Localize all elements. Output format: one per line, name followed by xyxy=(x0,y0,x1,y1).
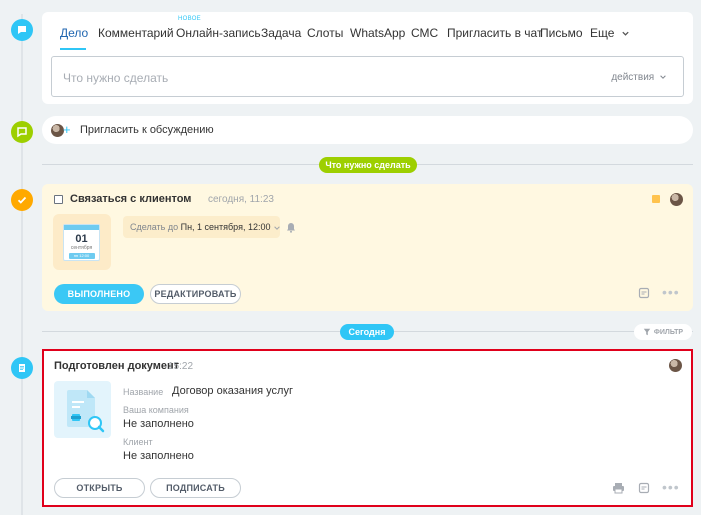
timeline-line xyxy=(21,14,23,515)
print-icon[interactable] xyxy=(612,482,625,494)
open-button[interactable]: ОТКРЫТЬ xyxy=(54,478,145,498)
chat-icon xyxy=(11,19,33,41)
task-title[interactable]: Связаться с клиентом xyxy=(70,193,191,205)
calendar-icon-box: 01 сентября пн 12:00 xyxy=(53,214,111,270)
tab-slots[interactable]: Слоты xyxy=(307,26,343,40)
task-input-placeholder: Что нужно сделать xyxy=(63,71,169,85)
calendar-icon: 01 сентября пн 12:00 xyxy=(63,224,100,261)
task-card: Связаться с клиентом сегодня, 11:23 01 с… xyxy=(42,184,693,311)
done-button[interactable]: ВЫПОЛНЕНО xyxy=(54,284,144,304)
chevron-down-icon xyxy=(660,75,666,80)
note-icon[interactable] xyxy=(638,287,650,299)
document-time: 15:22 xyxy=(168,361,194,372)
edit-button[interactable]: РЕДАКТИРОВАТЬ xyxy=(150,284,241,304)
field-label-name: Название xyxy=(123,387,164,397)
filter-button[interactable]: ФИЛЬТР xyxy=(634,324,692,340)
calendar-day: 01 xyxy=(75,233,88,245)
tabs-bar: Дело Комментарий НОВОЕ Онлайн-запись Зад… xyxy=(42,12,693,52)
filter-icon xyxy=(643,328,651,336)
deadline-value: Пн, 1 сентября, 12:00 xyxy=(180,222,271,232)
task-time: сегодня, 11:23 xyxy=(208,194,274,205)
avatar xyxy=(670,193,683,206)
task-checkbox[interactable] xyxy=(54,195,63,204)
field-value-company: Не заполнено xyxy=(123,418,194,430)
avatar xyxy=(669,359,682,372)
document-icon xyxy=(11,357,33,379)
bell-icon[interactable] xyxy=(286,222,296,233)
chevron-down-icon xyxy=(274,226,280,230)
plus-icon: + xyxy=(63,122,71,137)
document-preview-box[interactable] xyxy=(54,381,111,438)
task-done-icon xyxy=(11,189,33,211)
field-value-name: Договор оказания услуг xyxy=(172,385,293,397)
section-todo-badge: Что нужно сделать xyxy=(319,157,417,173)
tab-delo[interactable]: Дело xyxy=(60,26,88,40)
chevron-down-icon xyxy=(622,32,629,37)
tab-invite-chat[interactable]: Пригласить в чат xyxy=(447,26,542,40)
discussion-label: Пригласить к обсуждению xyxy=(80,124,214,136)
field-label-company: Ваша компания xyxy=(123,405,189,415)
comment-icon xyxy=(11,121,33,143)
document-card: Подготовлен документ 15:22 Название Дого… xyxy=(42,349,693,507)
more-icon[interactable]: ••• xyxy=(662,284,680,300)
calendar-dow: пн 12:00 xyxy=(68,253,95,259)
document-title[interactable]: Подготовлен документ xyxy=(54,360,179,372)
more-icon[interactable]: ••• xyxy=(662,479,680,495)
deadline-prefix: Сделать до xyxy=(130,222,179,232)
field-value-client: Не заполнено xyxy=(123,450,194,462)
tab-sms[interactable]: СМС xyxy=(411,26,438,40)
tab-more[interactable]: Еще xyxy=(590,26,630,40)
tab-more-label: Еще xyxy=(590,26,615,40)
note-icon[interactable] xyxy=(638,482,650,494)
document-search-icon xyxy=(67,390,105,433)
filter-label: ФИЛЬТР xyxy=(653,328,684,336)
deadline-chip[interactable]: Сделать до Пн, 1 сентября, 12:00 xyxy=(123,216,280,238)
tab-active-underline xyxy=(60,48,86,50)
discussion-bar[interactable]: + Пригласить к обсуждению xyxy=(42,116,693,144)
section-today-badge: Сегодня xyxy=(340,324,394,340)
tab-task[interactable]: Задача xyxy=(261,26,301,40)
tab-comment[interactable]: Комментарий xyxy=(98,26,174,40)
field-label-client: Клиент xyxy=(123,437,153,447)
actions-dropdown[interactable]: действия xyxy=(611,72,667,83)
new-badge: НОВОЕ xyxy=(178,16,201,22)
calendar-month: сентября xyxy=(70,245,93,251)
activity-editor: Дело Комментарий НОВОЕ Онлайн-запись Зад… xyxy=(42,12,693,104)
tab-online-booking[interactable]: Онлайн-запись xyxy=(176,26,261,40)
actions-label: действия xyxy=(611,72,655,83)
tab-whatsapp[interactable]: WhatsApp xyxy=(350,26,405,40)
status-flag-icon xyxy=(652,195,660,203)
tab-email[interactable]: Письмо xyxy=(540,26,583,40)
task-input[interactable]: Что нужно сделать действия xyxy=(51,56,684,97)
sign-button[interactable]: ПОДПИСАТЬ xyxy=(150,478,241,498)
